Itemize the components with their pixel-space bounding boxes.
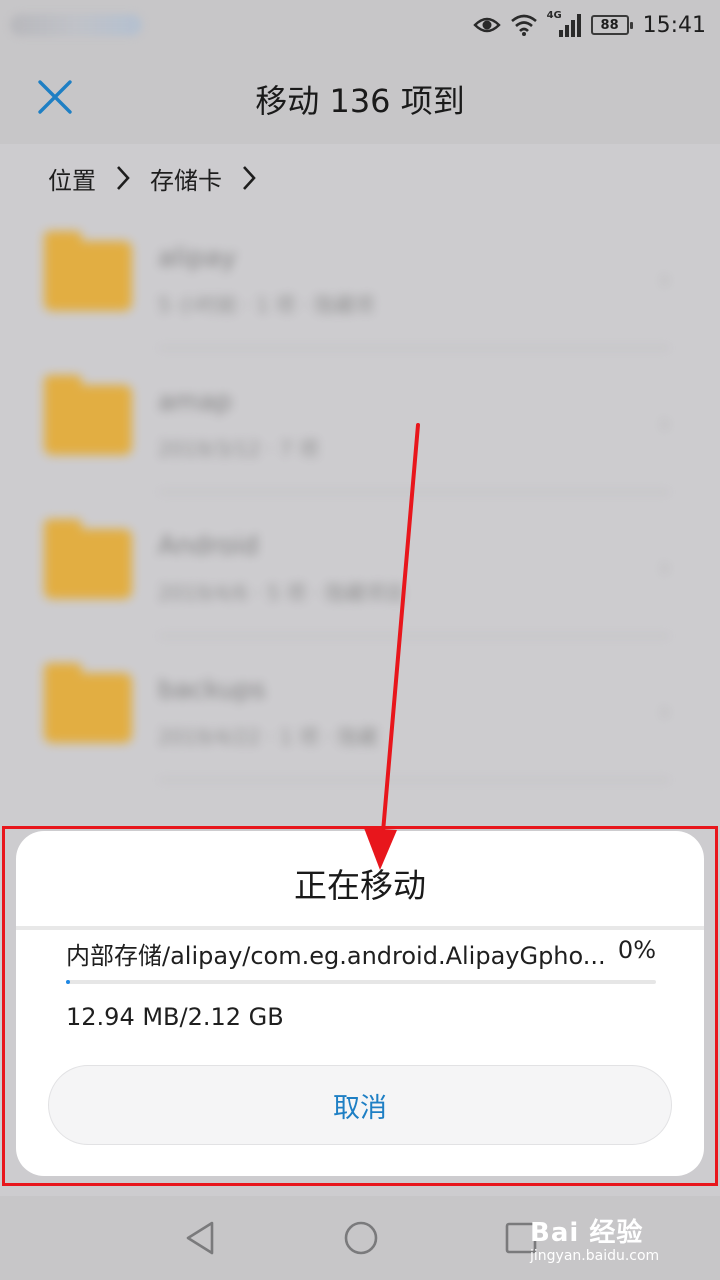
status-icons: 4G 88 15:41 (472, 10, 706, 40)
folder-icon (44, 375, 132, 455)
file-list: alipay 5 小时前 · 1 项 · 隐藏项 › amap 2019/3/1… (0, 205, 720, 781)
folder-icon (44, 663, 132, 743)
watermark-url: jingyan.baidu.com (530, 1248, 660, 1264)
chevron-right-icon (243, 166, 256, 190)
chevron-right-icon: › (659, 697, 670, 727)
title-bar: 移动 136 项到 (0, 50, 720, 144)
battery-icon: 88 (590, 15, 633, 35)
battery-level: 88 (600, 17, 619, 33)
list-item[interactable]: amap 2019/3/12 · 7 项 › (0, 349, 720, 493)
home-icon[interactable] (343, 1220, 379, 1256)
divider (158, 779, 670, 781)
eye-icon (472, 17, 501, 33)
page-title: 移动 136 项到 (255, 82, 465, 120)
list-item[interactable]: backups 2019/4/22 · 1 项 · 隐藏 › (0, 637, 720, 781)
chevron-right-icon: › (659, 265, 670, 295)
status-bar: 4G 88 15:41 (0, 0, 720, 50)
clock: 15:41 (642, 12, 706, 38)
folder-meta: 2019/4/6 · 5 项 · 隐藏项目 (158, 581, 406, 605)
chevron-right-icon (117, 166, 130, 190)
back-icon[interactable] (184, 1220, 216, 1256)
breadcrumb: 位置 存储卡 (48, 156, 258, 200)
folder-icon (44, 231, 132, 311)
folder-name: amap (158, 387, 232, 417)
chevron-right-icon: › (659, 553, 670, 583)
carrier-label-blurred (10, 14, 142, 36)
breadcrumb-item-location[interactable]: 位置 (48, 161, 96, 196)
watermark: Bai 经验 jingyan.baidu.com (530, 1212, 680, 1268)
folder-meta: 2019/4/22 · 1 项 · 隐藏 (158, 725, 378, 749)
list-item[interactable]: alipay 5 小时前 · 1 项 · 隐藏项 › (0, 205, 720, 349)
folder-name: Android (158, 531, 259, 561)
list-item[interactable]: Android 2019/4/6 · 5 项 · 隐藏项目 › (0, 493, 720, 637)
folder-name: backups (158, 675, 266, 705)
folder-name: alipay (158, 243, 237, 273)
folder-meta: 2019/3/12 · 7 项 (158, 437, 319, 461)
breadcrumb-item-sdcard[interactable]: 存储卡 (150, 161, 222, 196)
folder-icon (44, 519, 132, 599)
signal-icon: 4G (547, 10, 583, 38)
folder-meta: 5 小时前 · 1 项 · 隐藏项 (158, 293, 375, 317)
watermark-logo: Bai 经验 (530, 1218, 644, 1248)
highlight-frame (2, 826, 718, 1186)
chevron-right-icon: › (659, 409, 670, 439)
wifi-icon (510, 14, 537, 36)
